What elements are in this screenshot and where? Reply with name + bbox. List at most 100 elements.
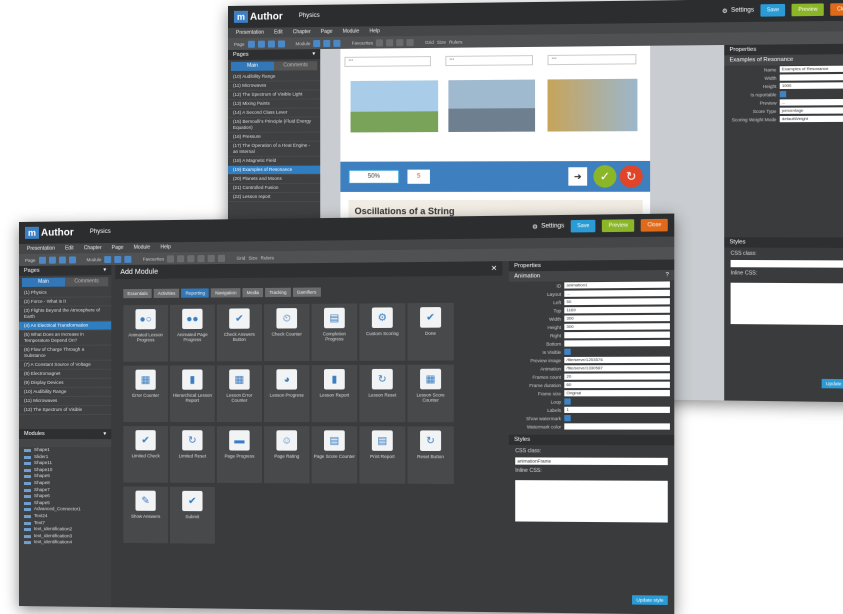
add-page-icon[interactable]	[247, 40, 255, 48]
module-tile[interactable]: ▮ Lesson Report	[311, 364, 358, 423]
property-checkbox[interactable]	[564, 415, 571, 422]
fav-3-icon[interactable]	[187, 254, 195, 262]
module-tile[interactable]: ☺ Page Rating	[264, 426, 310, 484]
redo-icon[interactable]	[114, 255, 122, 263]
property-checkbox[interactable]	[564, 398, 571, 405]
add-page-icon[interactable]	[38, 256, 46, 264]
property-checkbox[interactable]	[779, 91, 787, 98]
module-tile[interactable]: ▤ Page Score Counter	[311, 426, 358, 484]
module-tile[interactable]: ✔ Done	[407, 302, 454, 361]
undo-icon[interactable]	[104, 255, 112, 263]
module-tile[interactable]: ▬ Page Progress	[216, 426, 262, 484]
arrow-right-icon[interactable]: ➜	[568, 167, 588, 186]
copy-page-icon[interactable]	[48, 256, 56, 264]
close-icon[interactable]: ✕	[491, 264, 497, 272]
module-tile[interactable]: ⏲ Check Counter	[264, 303, 310, 362]
property-input[interactable]: 300	[564, 323, 670, 331]
menu-module[interactable]: Module	[343, 28, 360, 34]
page-item[interactable]: (3) Flights Beyond the Atmosphere of Ear…	[19, 306, 112, 322]
property-input[interactable]	[564, 331, 670, 339]
preview-button[interactable]: Preview	[602, 219, 635, 233]
page-item[interactable]: (7) A Constant Source of Voltage	[19, 360, 112, 370]
menu-edit[interactable]: Edit	[65, 245, 74, 251]
paste-page-icon[interactable]	[267, 40, 275, 48]
menu-presentation[interactable]: Presentation	[236, 30, 264, 36]
property-input[interactable]	[564, 339, 670, 347]
menu-presentation[interactable]: Presentation	[27, 246, 55, 252]
settings-button[interactable]: ⚙ Settings	[722, 7, 754, 14]
module-tile[interactable]: ◕ Lesson Progress	[264, 365, 310, 423]
property-input[interactable]: 1	[564, 406, 670, 413]
tab-main[interactable]: Main	[230, 61, 274, 71]
category-tab-tracking[interactable]: Tracking	[265, 287, 291, 298]
page-item[interactable]: (8) Electromagnet	[19, 369, 112, 379]
inline-css-textarea[interactable]	[730, 282, 843, 326]
page-item[interactable]: (21) Controlled Fusion	[228, 183, 321, 193]
chevron-down-icon[interactable]: ▾	[103, 431, 106, 437]
tab-comments[interactable]: Comments	[64, 277, 109, 287]
fav-1-icon[interactable]	[376, 38, 384, 46]
property-input[interactable]: defaultWeight	[779, 115, 843, 123]
check-icon[interactable]: ✓	[593, 165, 617, 188]
paste-page-icon[interactable]	[58, 256, 66, 264]
fav-4-icon[interactable]	[197, 254, 205, 262]
page-item[interactable]: (11) Microwaves	[19, 396, 112, 406]
fav-2-icon[interactable]	[386, 38, 394, 46]
text-placeholder-1[interactable]: ***	[344, 56, 431, 67]
undo-icon[interactable]	[313, 39, 321, 47]
property-input[interactable]: percentage	[779, 107, 843, 114]
fav-6-icon[interactable]	[218, 254, 226, 262]
module-tile[interactable]: ✔ Limited Check	[123, 426, 168, 483]
menu-edit[interactable]: Edit	[274, 29, 283, 35]
property-input[interactable]: Original	[564, 389, 670, 397]
module-tile[interactable]: ✎ Show Answers	[123, 486, 168, 544]
category-tab-activities[interactable]: Activities	[153, 288, 180, 298]
align-icon[interactable]	[333, 39, 341, 47]
module-tile[interactable]: ▦ Lesson Error Counter	[216, 365, 262, 423]
reset-icon[interactable]: ↻	[619, 165, 643, 188]
category-tab-reporting[interactable]: Reporting	[181, 288, 210, 298]
close-button[interactable]: Close	[640, 218, 668, 232]
property-input[interactable]: /file/serve/1253576	[564, 356, 670, 364]
property-input[interactable]: /file/serve/1330587	[564, 364, 670, 372]
fav-4-icon[interactable]	[406, 38, 414, 46]
category-tab-essentials[interactable]: Essentials	[123, 288, 152, 299]
fav-1-icon[interactable]	[167, 254, 175, 262]
module-tile[interactable]: ↻ Limited Reset	[169, 426, 215, 483]
module-tile[interactable]: ▤ Completion Progress	[311, 303, 358, 361]
fav-5-icon[interactable]	[207, 254, 216, 262]
page-item[interactable]: (16) Pressure	[228, 132, 321, 142]
menu-page[interactable]: Page	[321, 29, 333, 35]
fav-3-icon[interactable]	[396, 38, 404, 46]
module-tile[interactable]: ✔ Submit	[169, 486, 215, 544]
page-item[interactable]: (12) The Spectrum of Visible	[19, 405, 112, 416]
update-style-button[interactable]: Update style	[632, 595, 668, 605]
page-item[interactable]: (18) A Magnetic Field	[228, 156, 321, 166]
module-list-item[interactable]: text_identification4	[19, 539, 111, 546]
menu-help[interactable]: Help	[369, 28, 379, 34]
module-tile[interactable]: ●○ Animated Lesson Progress	[123, 304, 168, 362]
help-icon[interactable]: ?	[666, 272, 669, 278]
tab-main[interactable]: Main	[21, 277, 65, 287]
align-icon[interactable]	[124, 255, 132, 263]
property-input[interactable]	[779, 73, 843, 81]
property-input[interactable]: 1000	[779, 82, 843, 90]
module-tile[interactable]: ▦ Lesson Score Counter	[407, 364, 454, 423]
property-checkbox[interactable]	[564, 348, 571, 355]
module-tile[interactable]: ▮ Hierarchical Lesson Report	[169, 365, 215, 423]
property-input[interactable]: 20	[564, 373, 670, 380]
close-button[interactable]: Close	[830, 2, 843, 16]
delete-page-icon[interactable]	[277, 39, 285, 47]
menu-chapter[interactable]: Chapter	[293, 29, 311, 35]
image-bridge[interactable]	[446, 77, 538, 135]
module-tile[interactable]: ✔ Check Answers Button	[216, 304, 262, 362]
module-tile[interactable]: ●● Animated Page Progress	[169, 304, 215, 362]
image-swing[interactable]	[348, 78, 441, 135]
settings-button[interactable]: ⚙ Settings	[532, 223, 564, 230]
text-placeholder-2[interactable]: ***	[445, 55, 533, 67]
inline-css-textarea[interactable]	[515, 480, 668, 523]
project-selector[interactable]: Physics	[90, 229, 111, 235]
property-input[interactable]: 60	[564, 381, 670, 389]
copy-page-icon[interactable]	[257, 40, 265, 48]
menu-chapter[interactable]: Chapter	[84, 245, 102, 251]
